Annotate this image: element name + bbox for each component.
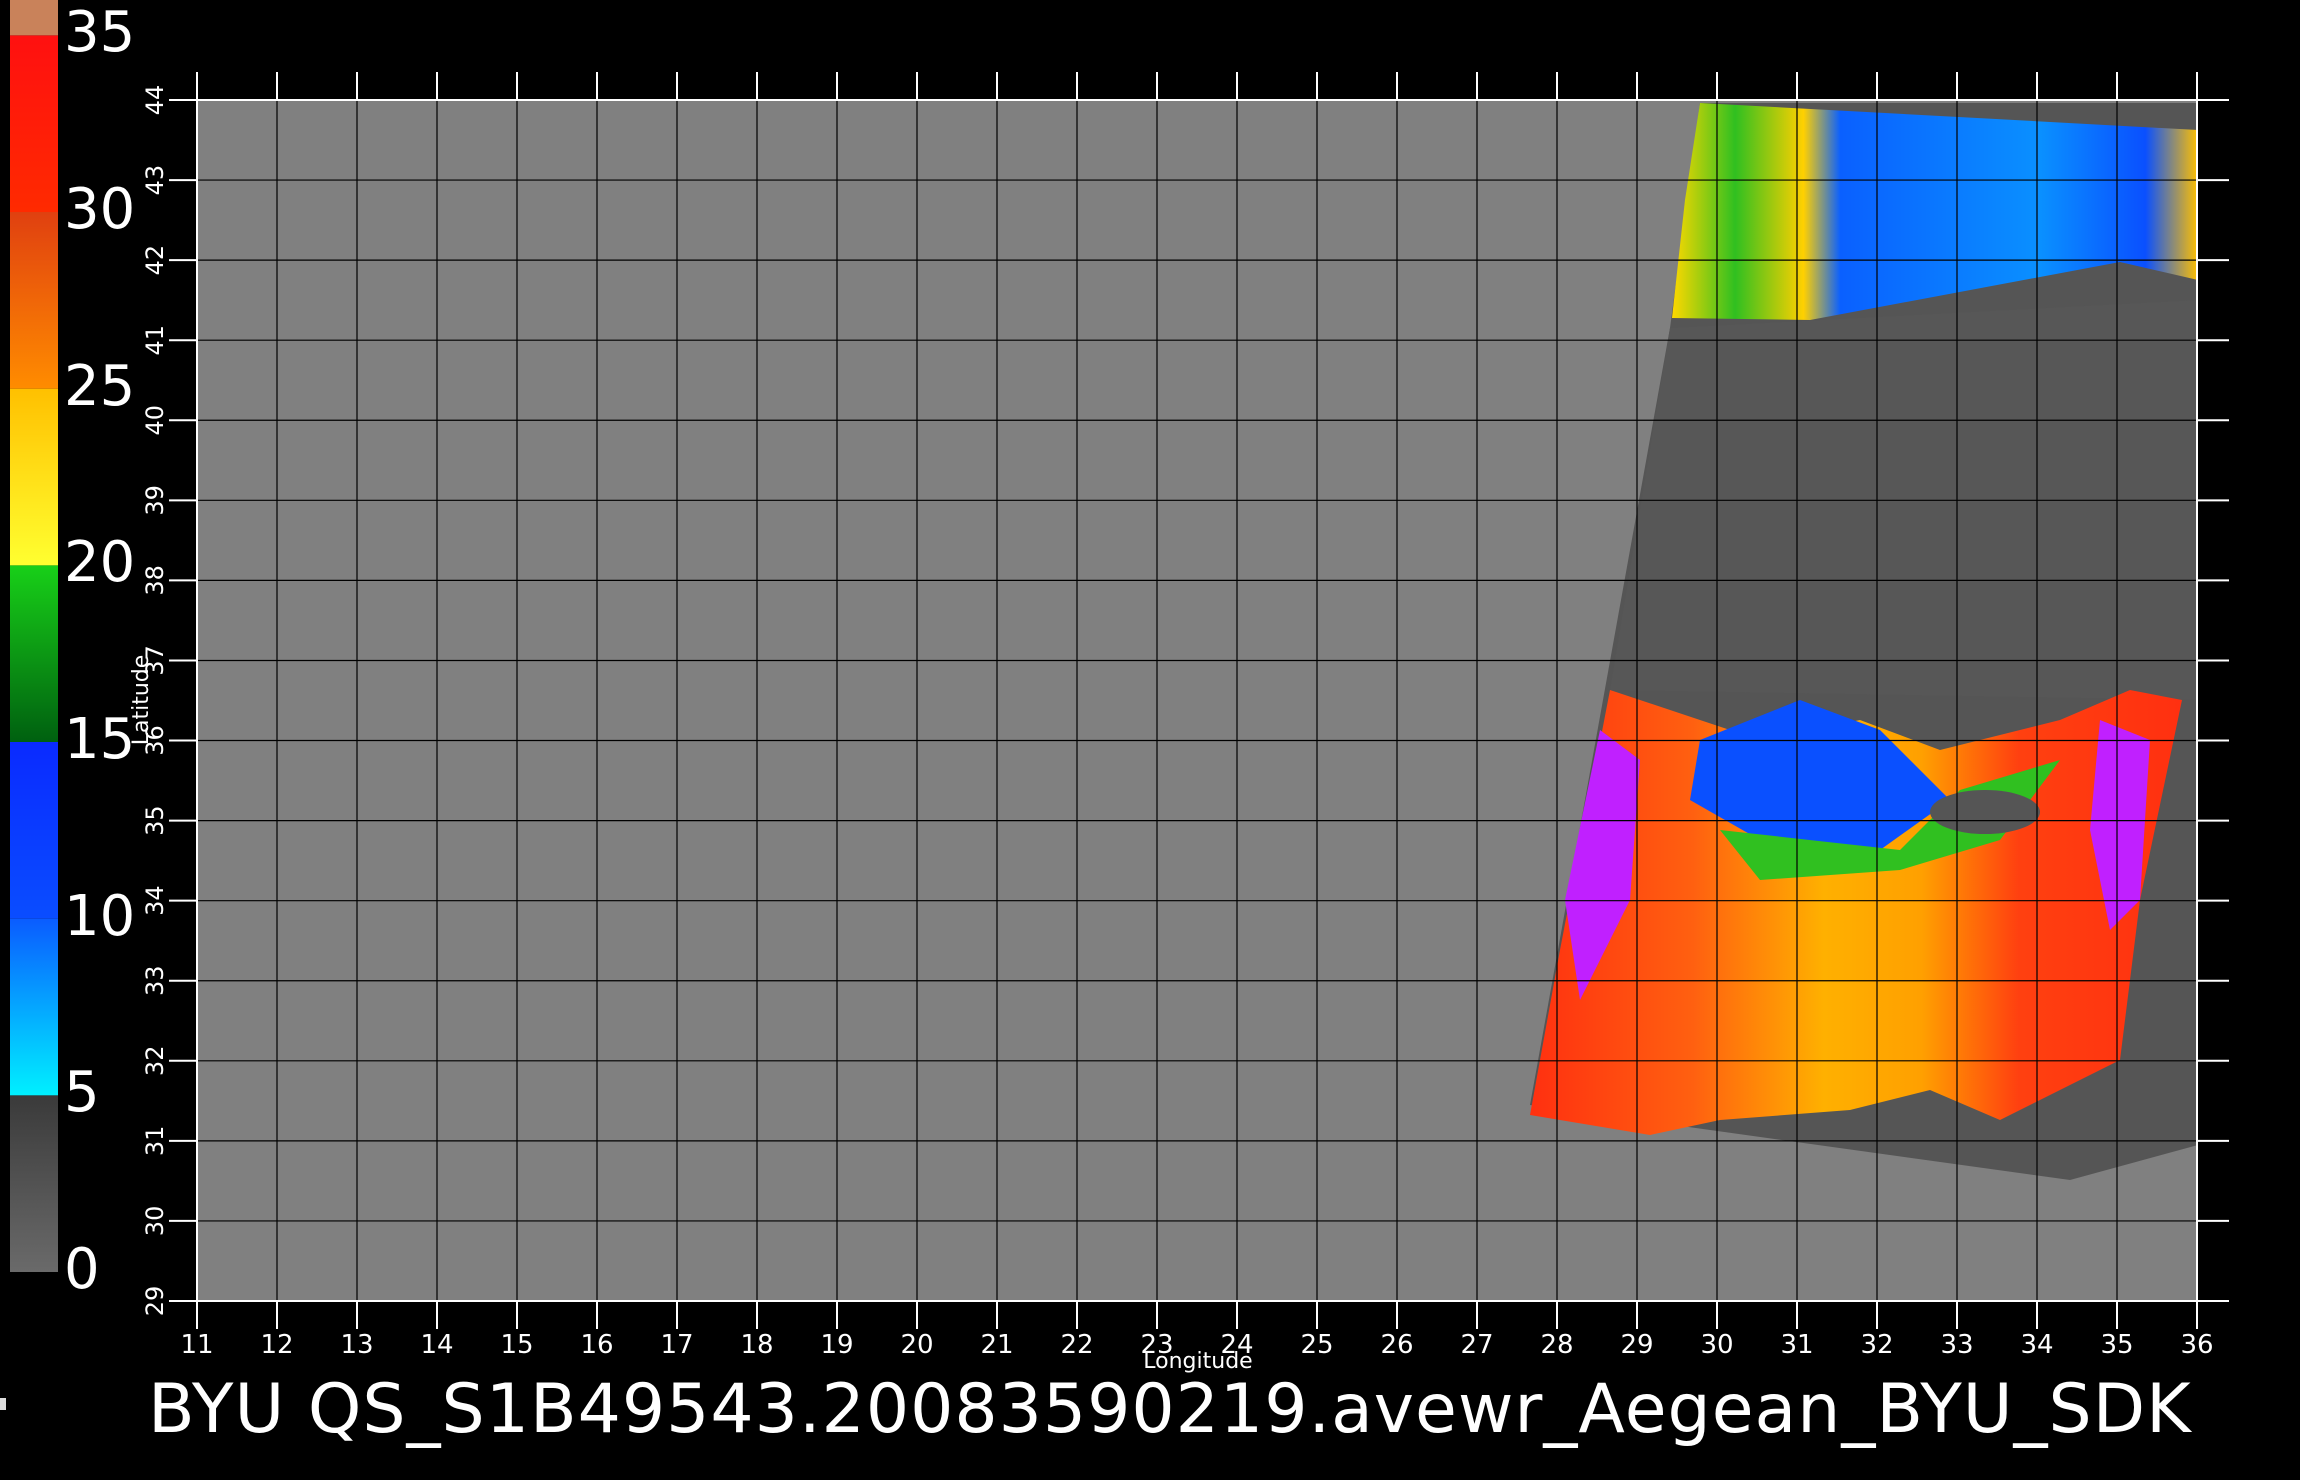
x-tick-label: 12 (260, 1330, 293, 1360)
x-tick-label: 35 (2100, 1330, 2133, 1360)
y-tick-label: 38 (141, 565, 169, 596)
x-tick-label: 19 (820, 1330, 853, 1360)
y-tick-label: 29 (141, 1286, 169, 1317)
x-tick-label: 14 (420, 1330, 453, 1360)
x-tick-label: 26 (1380, 1330, 1413, 1360)
edge-marker (0, 1398, 6, 1410)
x-tick-label: 34 (2020, 1330, 2053, 1360)
y-tick-label: 35 (141, 805, 169, 836)
y-tick-label: 39 (141, 485, 169, 516)
x-tick-label: 27 (1460, 1330, 1493, 1360)
y-tick-label: 43 (141, 165, 169, 196)
x-tick-label: 18 (740, 1330, 773, 1360)
x-tick-label: 25 (1300, 1330, 1333, 1360)
y-tick-label: 34 (141, 885, 169, 916)
x-tick-label: 11 (180, 1330, 213, 1360)
x-tick-label: 28 (1540, 1330, 1573, 1360)
cyprus-land (1930, 790, 2040, 834)
y-tick-label: 32 (141, 1046, 169, 1077)
x-tick-label: 21 (980, 1330, 1013, 1360)
y-tick-label: 31 (141, 1126, 169, 1157)
y-tick-label: 40 (141, 405, 169, 436)
y-tick-label: 30 (141, 1206, 169, 1237)
wind-map: 11 12 13 14 15 16 17 18 19 20 21 22 23 24 25 26 27 28 29 30… (129, 72, 2229, 1374)
x-tick-label: 22 (1060, 1330, 1093, 1360)
x-tick-label: 29 (1620, 1330, 1653, 1360)
y-axis-label: Latitude (129, 655, 154, 746)
x-tick-label: 15 (500, 1330, 533, 1360)
x-tick-label: 36 (2180, 1330, 2213, 1360)
x-tick-label: 31 (1780, 1330, 1813, 1360)
x-tick-label: 33 (1940, 1330, 1973, 1360)
plot-title: BYU QS_S1B49543.20083590219.avewr_Aegean… (148, 1370, 2192, 1449)
y-tick-label: 44 (141, 85, 169, 116)
x-tick-label: 16 (580, 1330, 613, 1360)
x-tick-label: 20 (900, 1330, 933, 1360)
x-tick-label: 17 (660, 1330, 693, 1360)
y-tick-label: 41 (141, 325, 169, 356)
y-tick-label: 42 (141, 245, 169, 276)
x-tick-label: 32 (1860, 1330, 1893, 1360)
x-tick-label: 13 (340, 1330, 373, 1360)
y-tick-label: 33 (141, 965, 169, 996)
x-tick-label: 30 (1700, 1330, 1733, 1360)
